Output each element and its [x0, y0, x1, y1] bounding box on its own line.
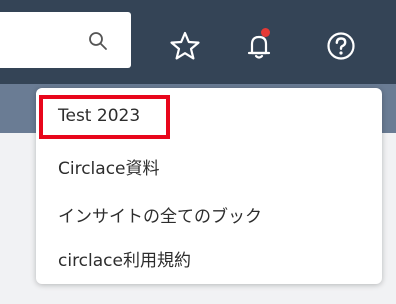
search-icon: [89, 32, 107, 50]
menu-item-label: インサイトの全てのブック: [58, 206, 262, 227]
bell-icon: [247, 35, 271, 59]
star-icon: [170, 31, 200, 60]
menu-item-label: circlace利用規約: [58, 250, 191, 271]
favorites-button[interactable]: [165, 26, 205, 66]
search-input[interactable]: [0, 12, 131, 68]
search-button[interactable]: [87, 30, 109, 52]
menu-item-label: Test 2023: [58, 106, 141, 126]
menu-item-circlace-materials[interactable]: Circlace資料: [40, 144, 378, 188]
menu-item-terms-of-use[interactable]: circlace利用規約: [40, 236, 378, 280]
notification-badge: [261, 28, 270, 37]
help-icon: [327, 32, 355, 60]
notifications-button[interactable]: [239, 26, 279, 66]
help-button[interactable]: [321, 26, 361, 66]
books-dropdown-menu: Test 2023 Circlace資料 インサイトの全てのブック circla…: [36, 88, 382, 284]
menu-item-all-insight-books[interactable]: インサイトの全てのブック: [40, 192, 378, 236]
menu-item-test-2023[interactable]: Test 2023: [40, 94, 378, 138]
top-navigation-bar: [0, 0, 396, 84]
menu-item-label: Circlace資料: [58, 158, 160, 179]
